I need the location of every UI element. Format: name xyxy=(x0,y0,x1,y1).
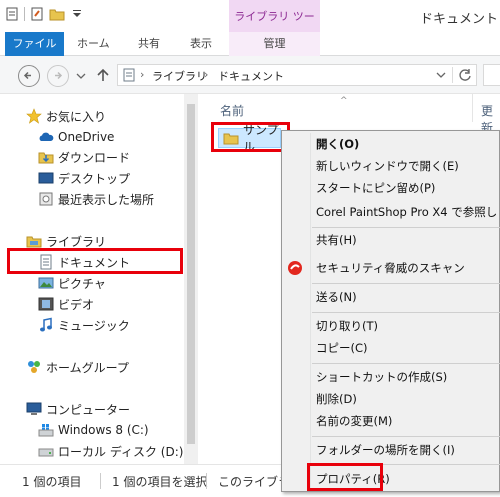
menu-item-open-folder-location[interactable]: フォルダーの場所を開く(I) xyxy=(316,440,455,460)
menu-gutter xyxy=(310,133,311,489)
status-divider xyxy=(206,473,207,489)
search-input[interactable] xyxy=(483,64,500,86)
tab-home[interactable]: ホーム xyxy=(77,32,110,56)
properties-highlight-box xyxy=(307,463,383,491)
tab-file[interactable]: ファイル xyxy=(5,32,64,56)
recent-locations-chevron-icon[interactable] xyxy=(76,70,86,84)
column-header-name[interactable]: 名前 xyxy=(220,102,244,119)
desktop-icon xyxy=(38,170,54,186)
security-scan-icon xyxy=(287,260,303,279)
properties-icon[interactable] xyxy=(4,6,20,22)
title-bar: ライブラリ ツール ドキュメント xyxy=(0,0,500,57)
nav-libraries-label: ライブラリ xyxy=(46,234,107,249)
breadcrumb-separator-icon[interactable]: › xyxy=(204,68,208,81)
menu-item-open[interactable]: 開く(O) xyxy=(316,134,359,154)
nav-homegroup-label: ホームグループ xyxy=(46,360,129,375)
address-dropdown-chevron-icon[interactable] xyxy=(436,69,446,83)
library-location-icon xyxy=(122,68,136,85)
navigation-pane: お気に入り OneDrive ダウンロード デスクトップ 最近表示した場所 ライ… xyxy=(0,94,200,464)
breadcrumb-documents[interactable]: ドキュメント xyxy=(218,68,284,84)
menu-item-pin-to-start[interactable]: スタートにピン留め(P) xyxy=(316,178,435,198)
forward-button[interactable] xyxy=(47,65,69,87)
address-bar[interactable]: › ライブラリ › ドキュメント xyxy=(117,64,477,86)
music-note-icon xyxy=(38,317,54,333)
status-divider xyxy=(100,473,101,489)
documents-highlight-box xyxy=(7,248,183,274)
menu-separator xyxy=(312,283,500,284)
window-title: ドキュメント xyxy=(420,12,499,27)
status-item-count: 1 個の項目 xyxy=(22,475,82,489)
customize-toolbar-chevron-icon[interactable] xyxy=(69,6,85,22)
back-button[interactable] xyxy=(18,65,40,87)
menu-item-create-shortcut[interactable]: ショートカットの作成(S) xyxy=(316,367,447,387)
tab-manage[interactable]: 管理 xyxy=(229,32,320,56)
star-icon xyxy=(26,108,42,124)
menu-item-security-scan[interactable]: セキュリティ脅威のスキャン xyxy=(316,258,465,278)
status-selected: 1 個の項目を選択 xyxy=(112,475,208,489)
nav-videos-label: ビデオ xyxy=(58,297,95,312)
libraries-icon xyxy=(26,233,42,249)
refresh-icon[interactable] xyxy=(458,68,472,85)
recent-places-icon xyxy=(38,191,54,207)
menu-item-rename[interactable]: 名前の変更(M) xyxy=(316,411,392,431)
pictures-icon xyxy=(38,275,54,291)
computer-icon xyxy=(26,401,42,417)
menu-separator xyxy=(312,312,500,313)
menu-item-delete[interactable]: 削除(D) xyxy=(316,389,357,409)
menu-separator xyxy=(312,227,500,228)
nav-drive-c-label: Windows 8 (C:) xyxy=(58,423,149,437)
nav-pictures-label: ピクチャ xyxy=(58,276,106,291)
toolbar-divider xyxy=(24,7,25,21)
menu-item-share[interactable]: 共有(H) xyxy=(316,230,357,250)
menu-item-open-new-window[interactable]: 新しいウィンドウで開く(E) xyxy=(316,156,459,176)
navigation-bar: › ライブラリ › ドキュメント xyxy=(0,56,500,94)
cloud-icon xyxy=(38,129,54,145)
menu-item-paintshop-browse[interactable]: Corel PaintShop Pro X4 で参照し xyxy=(316,202,497,222)
hard-drive-icon xyxy=(38,443,54,459)
homegroup-icon xyxy=(26,359,42,375)
column-divider[interactable] xyxy=(472,94,473,122)
nav-downloads-label: ダウンロード xyxy=(58,150,131,165)
menu-item-cut[interactable]: 切り取り(T) xyxy=(316,316,378,336)
navigation-pane-scrollbar[interactable] xyxy=(184,94,198,464)
nav-onedrive-label: OneDrive xyxy=(58,130,115,144)
address-divider xyxy=(452,67,453,83)
ribbon-tabs: ファイル ホーム 共有 表示 管理 xyxy=(0,32,500,56)
scrollbar-thumb[interactable] xyxy=(187,104,195,444)
nav-recent-places-label: 最近表示した場所 xyxy=(58,192,155,207)
nav-music-label: ミュージック xyxy=(58,318,130,333)
up-arrow-icon[interactable] xyxy=(96,67,110,86)
new-document-icon[interactable] xyxy=(29,6,45,22)
windows-drive-icon xyxy=(38,422,54,438)
menu-item-send-to[interactable]: 送る(N) xyxy=(316,287,357,307)
new-folder-icon[interactable] xyxy=(49,6,65,22)
menu-item-copy[interactable]: コピー(C) xyxy=(316,338,368,358)
nav-computer-label: コンピューター xyxy=(46,402,131,417)
tab-share[interactable]: 共有 xyxy=(138,32,160,56)
menu-separator xyxy=(312,363,500,364)
breadcrumb-separator-icon[interactable]: › xyxy=(140,68,144,81)
context-menu: 開く(O) 新しいウィンドウで開く(E) スタートにピン留め(P) Corel … xyxy=(281,130,500,492)
tab-view[interactable]: 表示 xyxy=(190,32,212,56)
nav-drive-d-label: ローカル ディスク (D:) xyxy=(58,444,184,459)
nav-favorites-label: お気に入り xyxy=(46,109,107,124)
contextual-tab-group-label: ライブラリ ツール xyxy=(229,0,320,57)
sort-chevron-icon: ^ xyxy=(340,96,348,106)
folder-highlight-box xyxy=(211,122,290,152)
downloads-folder-icon xyxy=(38,149,54,165)
breadcrumb-libraries[interactable]: ライブラリ xyxy=(152,68,207,84)
nav-desktop-label: デスクトップ xyxy=(58,171,131,186)
video-icon xyxy=(38,296,54,312)
menu-separator xyxy=(312,436,500,437)
quick-access-toolbar xyxy=(4,6,85,22)
